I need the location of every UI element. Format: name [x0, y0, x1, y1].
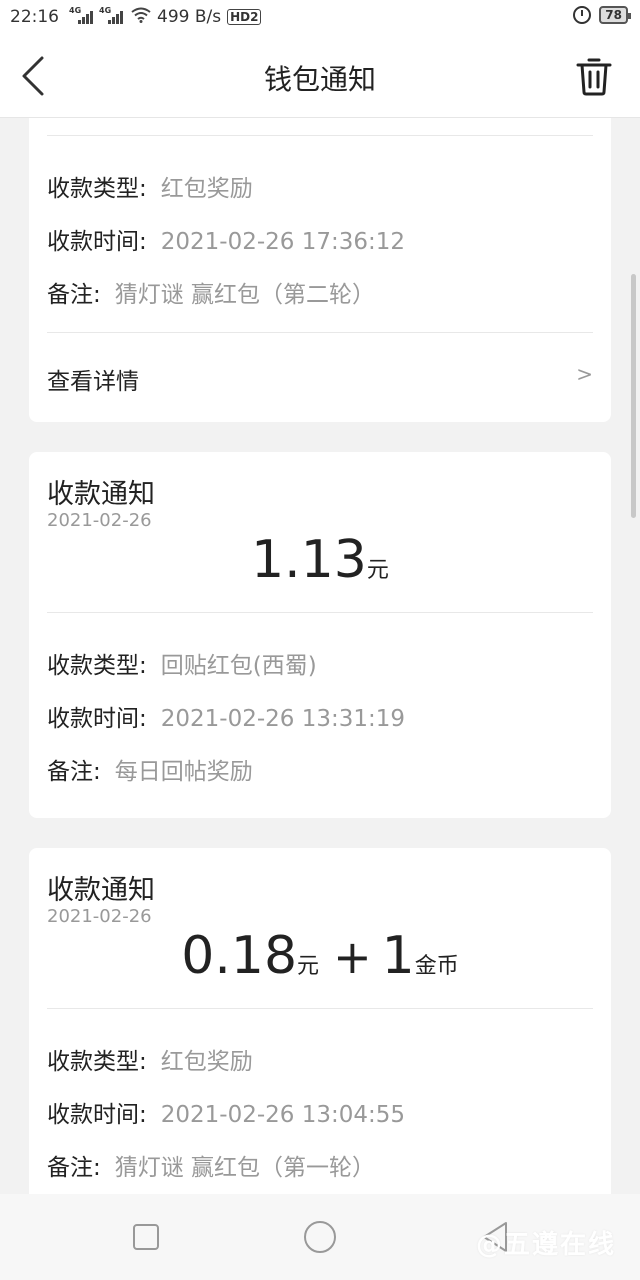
notification-card: 收款通知 2021-02-26 0.18元 +1金币 收款类型: 红包奖励 收款时间… — [29, 848, 611, 1194]
page-title: 钱包通知 — [263, 63, 376, 96]
signal-icon: 4G — [69, 6, 93, 26]
navigation-bar: @五遵在线 — [0, 1194, 640, 1280]
wifi-icon — [131, 7, 151, 27]
network-speed: 499 B/s — [157, 7, 222, 27]
delete-button[interactable] — [576, 56, 612, 96]
card-date: 2021-02-26 — [47, 510, 152, 531]
app-header: 钱包通知 — [0, 34, 640, 118]
chevron-right-icon: > — [576, 362, 593, 386]
signal-icon: 4G — [99, 6, 123, 26]
trash-icon — [576, 58, 612, 96]
recent-apps-button[interactable] — [133, 1224, 159, 1250]
watermark: @五遵在线 — [475, 1230, 616, 1260]
battery-indicator: 78 — [599, 6, 631, 24]
payment-time-row: 收款时间: 2021-02-26 13:31:19 — [47, 706, 406, 732]
note-row: 备注: 猜灯谜 赢红包（第一轮） — [47, 1155, 376, 1181]
payment-time-row: 收款时间: 2021-02-26 17:36:12 — [47, 229, 406, 255]
payment-type-row: 收款类型: 红包奖励 — [47, 1049, 253, 1075]
note-row: 备注: 每日回帖奖励 — [47, 759, 253, 785]
card-date: 2021-02-26 — [47, 906, 152, 927]
hd-icon: HD2 — [227, 9, 262, 25]
notification-card: 收款类型: 红包奖励 收款时间: 2021-02-26 17:36:12 备注: 猜灯… — [29, 118, 611, 422]
amount: 0.18元 +1金币 — [181, 926, 459, 986]
note-row: 备注: 猜灯谜 赢红包（第二轮） — [47, 282, 376, 308]
divider — [47, 332, 593, 333]
payment-time-row: 收款时间: 2021-02-26 13:04:55 — [47, 1102, 406, 1128]
home-button[interactable] — [304, 1221, 336, 1253]
status-bar: 22:16 4G 4G 499 B/s HD2 78 — [0, 0, 640, 34]
card-title: 收款通知 — [47, 479, 155, 510]
notification-list[interactable]: 收款类型: 红包奖励 收款时间: 2021-02-26 17:36:12 备注: 猜灯… — [0, 118, 640, 1194]
amount: 1.13元 — [251, 530, 389, 590]
alarm-icon — [573, 6, 592, 24]
divider — [47, 135, 593, 136]
divider — [47, 1008, 593, 1009]
divider — [47, 612, 593, 613]
payment-type-row: 收款类型: 回贴红包(西蜀) — [47, 653, 317, 679]
view-details-link[interactable]: 查看详情 > — [47, 362, 593, 396]
status-time: 22:16 — [10, 7, 59, 27]
payment-type-row: 收款类型: 红包奖励 — [47, 176, 253, 202]
card-title: 收款通知 — [47, 875, 155, 906]
scrollbar[interactable] — [631, 274, 636, 518]
notification-card: 收款通知 2021-02-26 1.13元 收款类型: 回贴红包(西蜀) 收款时间… — [29, 452, 611, 818]
